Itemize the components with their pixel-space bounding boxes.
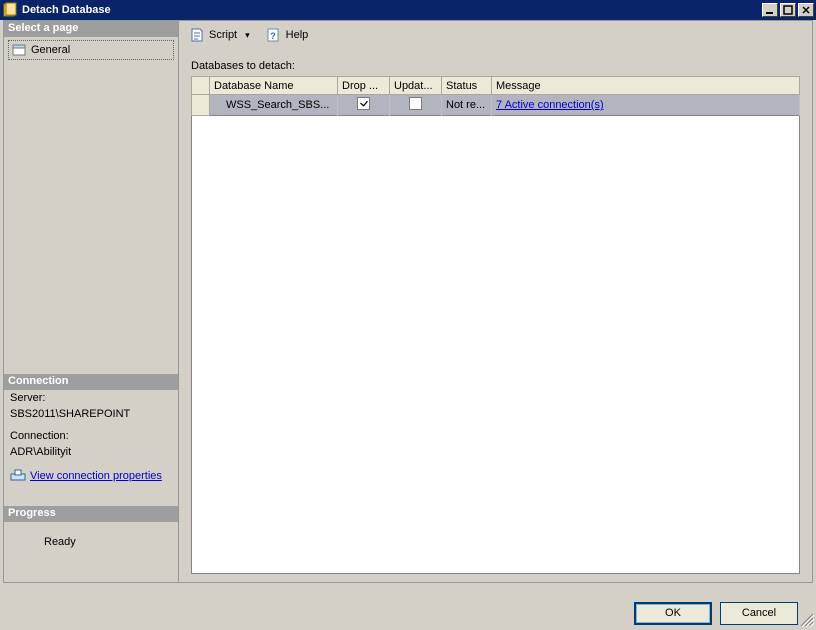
page-item-general[interactable]: General: [8, 40, 174, 60]
row-header[interactable]: [192, 95, 210, 116]
left-pane: Select a page General Connection Server:…: [3, 20, 178, 583]
app-icon: [2, 2, 18, 18]
title-bar: Detach Database: [0, 0, 816, 20]
help-label: Help: [286, 29, 309, 41]
close-button[interactable]: [798, 3, 814, 17]
col-message[interactable]: Message: [492, 77, 800, 95]
view-connection-properties-link[interactable]: View connection properties: [30, 470, 162, 482]
resize-grip[interactable]: [800, 613, 814, 627]
main-pane: Script ▾ ? Help Databases to detach: Dat…: [178, 20, 813, 583]
ok-button[interactable]: OK: [634, 602, 712, 625]
script-icon: [189, 27, 205, 43]
connection-props-icon: [10, 468, 26, 484]
help-icon: ?: [266, 27, 282, 43]
progress-status: Ready: [44, 536, 76, 548]
progress-header: Progress: [4, 506, 178, 522]
cell-drop[interactable]: [338, 95, 390, 116]
grid-corner: [192, 77, 210, 95]
cancel-button[interactable]: Cancel: [720, 602, 798, 625]
grid-label: Databases to detach:: [191, 60, 800, 72]
svg-text:?: ?: [270, 31, 276, 41]
message-link[interactable]: 7 Active connection(s): [496, 99, 604, 111]
col-update[interactable]: Updat...: [390, 77, 442, 95]
toolbar: Script ▾ ? Help: [179, 21, 812, 50]
window-title: Detach Database: [22, 4, 760, 16]
col-database-name[interactable]: Database Name: [210, 77, 338, 95]
script-button[interactable]: Script ▾: [185, 25, 258, 45]
page-item-label: General: [31, 44, 70, 56]
help-button[interactable]: ? Help: [262, 25, 313, 45]
cell-database-name[interactable]: WSS_Search_SBS...: [210, 95, 338, 116]
select-page-header: Select a page: [4, 21, 178, 37]
cell-message[interactable]: 7 Active connection(s): [492, 95, 800, 116]
script-label: Script: [209, 29, 237, 41]
col-drop[interactable]: Drop ...: [338, 77, 390, 95]
progress-spinner-icon: [12, 530, 36, 554]
connection-label: Connection:: [4, 428, 178, 444]
script-dropdown-arrow[interactable]: ▾: [241, 30, 254, 41]
databases-grid[interactable]: Database Name Drop ... Updat... Status M…: [191, 76, 800, 116]
connection-header: Connection: [4, 374, 178, 390]
server-label: Server:: [4, 390, 178, 406]
maximize-button[interactable]: [780, 3, 796, 17]
server-value: SBS2011\SHAREPOINT: [4, 406, 178, 422]
table-row[interactable]: WSS_Search_SBS... Not re... 7 Active con…: [192, 95, 800, 116]
page-icon: [11, 42, 27, 58]
cell-update[interactable]: [390, 95, 442, 116]
cell-status: Not re...: [442, 95, 492, 116]
grid-empty-area: [191, 116, 800, 574]
update-checkbox[interactable]: [409, 97, 422, 110]
connection-value: ADR\Abilityit: [4, 444, 178, 460]
col-status[interactable]: Status: [442, 77, 492, 95]
drop-checkbox[interactable]: [357, 97, 370, 110]
dialog-footer: OK Cancel: [634, 602, 798, 625]
minimize-button[interactable]: [762, 3, 778, 17]
